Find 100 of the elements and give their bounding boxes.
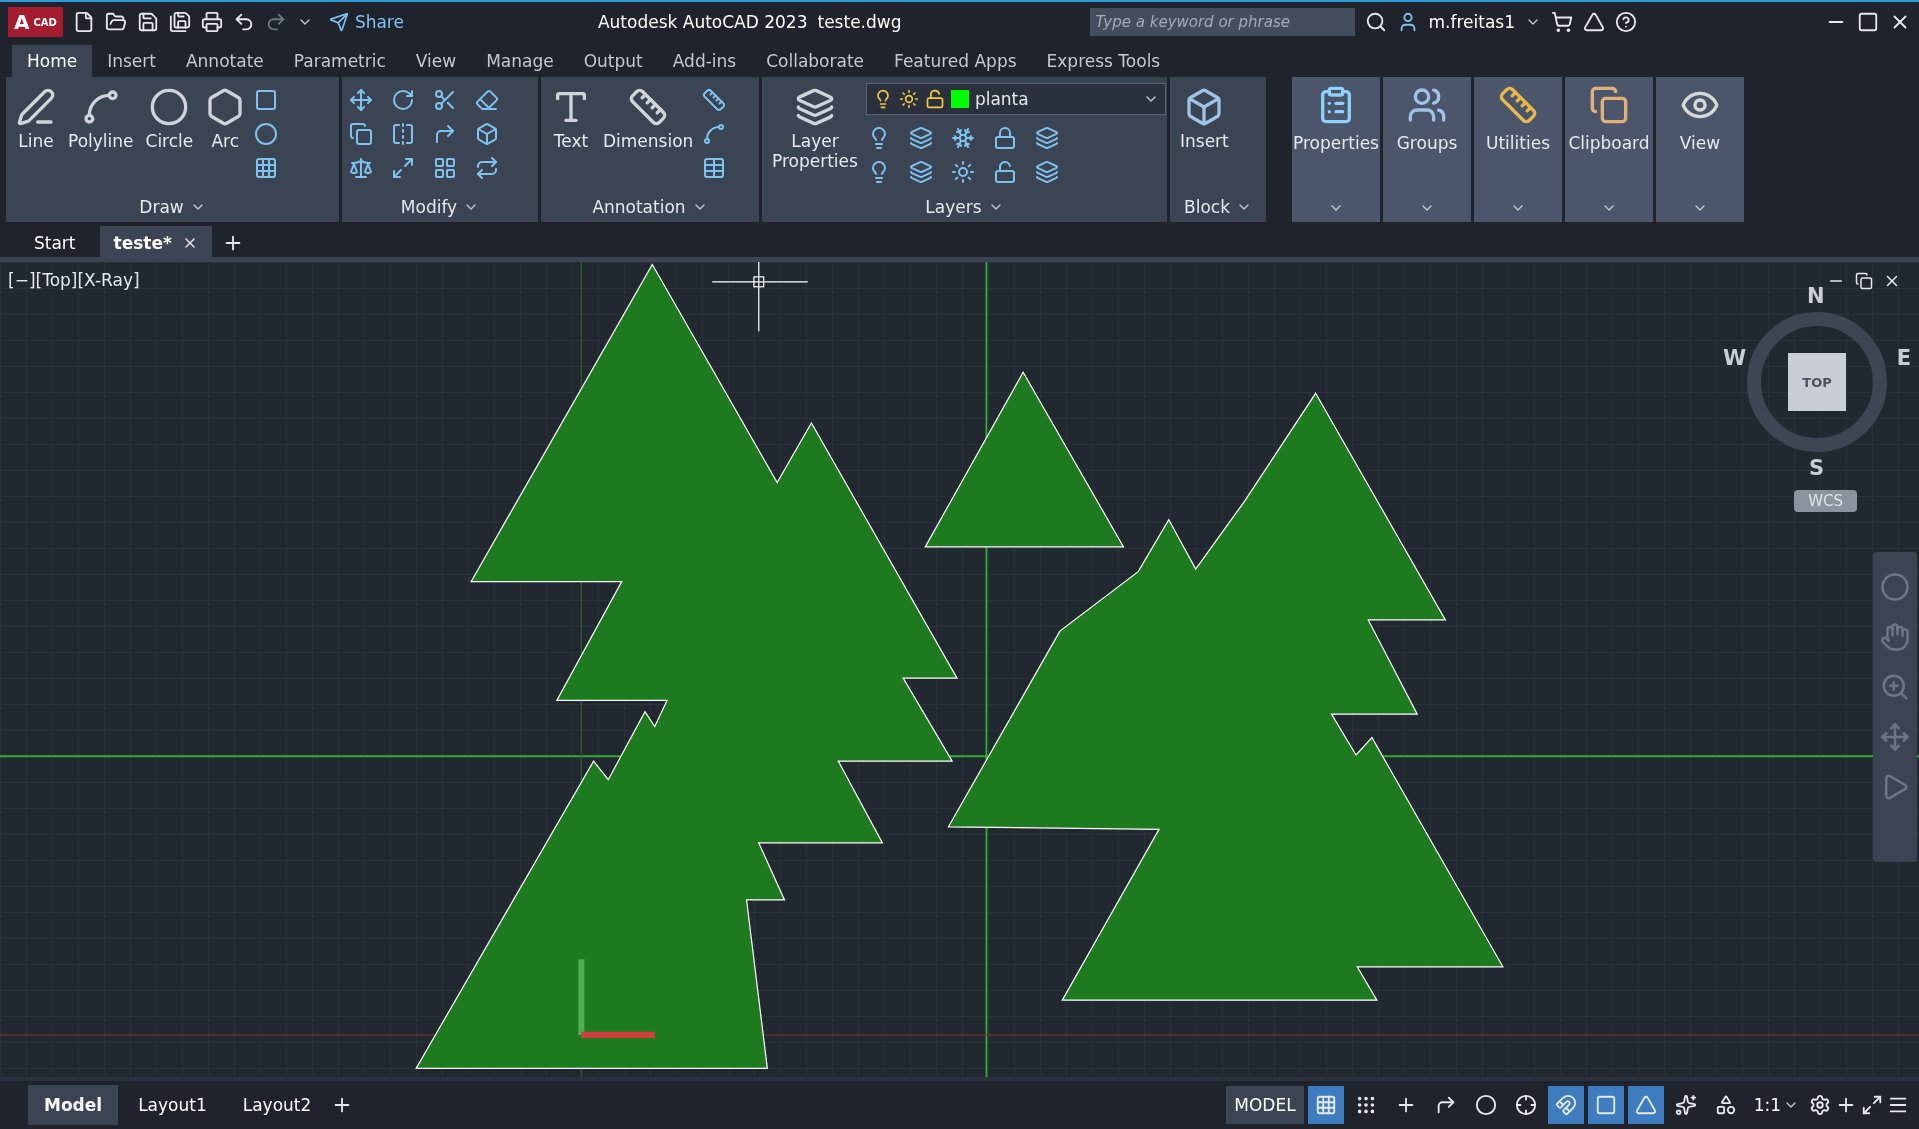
ribbon-tab[interactable]: Collaborate — [751, 45, 880, 77]
send-icon — [328, 12, 349, 32]
maximize-icon[interactable] — [1857, 11, 1879, 33]
polar-icon — [1474, 1094, 1497, 1116]
scale-icon[interactable] — [390, 155, 416, 181]
layers-panel-title[interactable]: Layers — [762, 192, 1167, 222]
logo-letter: A — [14, 10, 30, 34]
stretch-icon[interactable] — [348, 155, 374, 181]
layers-icon — [794, 87, 835, 127]
viewport-controls-label[interactable]: [−][Top][X-Ray] — [8, 270, 140, 290]
save-as-icon[interactable] — [168, 11, 191, 33]
draw-tool-button[interactable]: Line — [12, 83, 60, 156]
layer-name: planta — [974, 89, 1030, 109]
help-icon[interactable] — [1615, 11, 1637, 33]
layer-dropdown[interactable]: planta — [865, 83, 1166, 115]
share-button[interactable]: Share — [322, 11, 410, 33]
layer-thaw-icon[interactable] — [949, 159, 976, 185]
panel-button[interactable]: Utilities — [1474, 77, 1562, 222]
layout-tab[interactable]: Layout1 — [122, 1085, 223, 1125]
selection-cycling-icon — [1594, 1094, 1617, 1116]
search-icon[interactable] — [1364, 11, 1387, 33]
linear-dimension-icon[interactable] — [701, 87, 728, 113]
triangle-icon[interactable] — [1583, 11, 1605, 33]
layer-delete-icon[interactable] — [1033, 159, 1060, 185]
fullscreen-icon[interactable] — [1861, 1094, 1883, 1116]
layer-match-icon[interactable] — [907, 125, 934, 151]
unlock-icon — [924, 89, 945, 109]
mirror-icon[interactable] — [390, 121, 416, 147]
ribbon-tab[interactable]: Home — [12, 45, 93, 77]
annotation-tool-button[interactable]: Text — [547, 83, 595, 156]
draw-tool-button[interactable]: Circle — [141, 83, 198, 156]
annotation-scale-button[interactable]: 1:1 — [1747, 1094, 1805, 1116]
ruler-icon — [1498, 85, 1538, 125]
crosshair-cursor-icon — [711, 262, 809, 332]
annotation-visibility-toggle[interactable] — [1627, 1086, 1664, 1124]
rotate-icon[interactable] — [390, 87, 416, 113]
layer-properties-button[interactable]: Layer Properties — [768, 83, 862, 176]
dimension-icon — [628, 87, 669, 127]
panel-button[interactable]: Clipboard — [1565, 77, 1653, 222]
insert-button[interactable]: Insert — [1176, 83, 1233, 156]
model-space-button[interactable]: MODEL — [1226, 1086, 1304, 1124]
layer-change-icon[interactable] — [907, 159, 934, 185]
ribbon-tab[interactable]: Featured Apps — [879, 45, 1032, 77]
autoscale-icon — [1674, 1094, 1697, 1116]
file-name: teste.dwg — [817, 12, 902, 32]
erase-icon[interactable] — [474, 87, 500, 113]
sun-icon — [898, 89, 919, 109]
panel-button[interactable]: View — [1656, 77, 1744, 222]
object-snap-icon — [1554, 1094, 1577, 1116]
search-field[interactable]: Type a keyword or phrase — [1089, 8, 1355, 36]
move-icon[interactable] — [348, 87, 374, 113]
open-folder-icon[interactable] — [104, 11, 127, 33]
ribbon-tab[interactable]: Add-ins — [657, 45, 752, 77]
offset-icon[interactable] — [474, 155, 500, 181]
ribbon-tab[interactable]: View — [400, 45, 472, 77]
layer-properties-label: Layer Properties — [772, 131, 858, 172]
selection-cycling-toggle[interactable] — [1587, 1086, 1624, 1124]
panel-button[interactable]: Groups — [1383, 77, 1471, 222]
draw-panel-title[interactable]: Draw — [6, 192, 339, 222]
grid-toggle[interactable] — [1307, 1086, 1344, 1124]
layer-current-icon[interactable] — [1033, 125, 1060, 151]
block-panel-title[interactable]: Block — [1170, 192, 1266, 222]
compass-label: N — [1807, 284, 1825, 308]
user-name[interactable]: m.freitas1 — [1428, 12, 1515, 32]
osnap-track-icon — [1514, 1094, 1537, 1116]
groups-icon — [1407, 85, 1447, 125]
layout-tab[interactable]: Model — [28, 1085, 119, 1125]
ribbon-tab[interactable]: Parametric — [278, 45, 401, 77]
ribbon-tab[interactable]: Manage — [471, 45, 569, 77]
ellipse-icon[interactable] — [253, 121, 280, 147]
line-icon — [16, 87, 56, 127]
restore-icon[interactable] — [1855, 272, 1873, 290]
panel-button[interactable]: Properties — [1292, 77, 1380, 222]
ribbon-tab[interactable]: Output — [568, 45, 658, 77]
compass-label: W — [1723, 346, 1747, 370]
layer-freeze-icon[interactable] — [949, 125, 976, 151]
save-icon[interactable] — [136, 11, 159, 33]
ribbon-tab[interactable]: Insert — [92, 45, 171, 77]
explode-icon[interactable] — [474, 121, 500, 147]
annotation-visibility-icon — [1634, 1094, 1657, 1116]
copy-icon[interactable] — [348, 121, 374, 147]
object-snap-toggle[interactable] — [1547, 1086, 1584, 1124]
view-cube[interactable]: TOP — [1788, 353, 1846, 411]
file-tab[interactable]: teste* — [99, 225, 212, 260]
draw-tool-button[interactable]: Polyline — [64, 83, 138, 156]
ribbon-tab[interactable]: Express Tools — [1031, 45, 1176, 77]
circle-icon — [149, 87, 190, 127]
file-tab[interactable]: Start — [20, 225, 90, 260]
logo-text: CAD — [33, 16, 57, 28]
ribbon-tab[interactable]: Annotate — [170, 45, 279, 77]
compass-label: E — [1896, 346, 1911, 370]
print-icon[interactable] — [200, 11, 223, 33]
layout-tab[interactable]: Layout2 — [226, 1085, 328, 1125]
annotation-panel-title[interactable]: Annotation — [541, 192, 759, 222]
settings-icon[interactable] — [1809, 1094, 1831, 1116]
compass-label: S — [1809, 456, 1825, 480]
annotation-tool-button[interactable]: Dimension — [599, 83, 698, 156]
array-icon[interactable] — [432, 155, 458, 181]
draw-tool-button[interactable]: Arc — [201, 83, 250, 156]
cart-icon[interactable] — [1551, 11, 1573, 33]
